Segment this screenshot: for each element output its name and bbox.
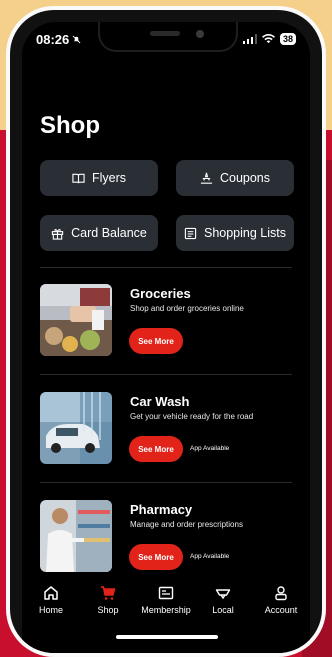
shopping-lists-label: Shopping Lists bbox=[203, 226, 286, 240]
see-more-button[interactable]: See More bbox=[129, 544, 183, 570]
status-time: 08:26 bbox=[36, 31, 70, 47]
status-bar: 08:26 38 bbox=[36, 31, 296, 47]
mute-bell-icon bbox=[72, 35, 81, 43]
service-card-car-wash: Car Wash Get your vehicle ready for the … bbox=[40, 392, 294, 464]
tab-membership[interactable]: Membership bbox=[136, 585, 196, 615]
person-icon bbox=[275, 586, 287, 601]
shopping-lists-button[interactable]: Shopping Lists bbox=[176, 215, 294, 251]
bottom-tab-bar: Home Shop Membership Local Account bbox=[22, 577, 310, 653]
divider bbox=[40, 267, 292, 268]
tab-label: Home bbox=[38, 605, 63, 615]
card-balance-label: Card Balance bbox=[71, 226, 147, 240]
service-card-pharmacy: Pharmacy Manage and order prescriptions … bbox=[40, 500, 294, 572]
cart-icon bbox=[101, 586, 116, 600]
service-name: Groceries bbox=[130, 286, 191, 301]
service-description: Manage and order prescriptions bbox=[130, 520, 243, 529]
service-description: Get your vehicle ready for the road bbox=[130, 412, 254, 421]
tab-label: Account bbox=[264, 605, 298, 615]
list-icon bbox=[184, 227, 197, 239]
coupons-button[interactable]: Coupons bbox=[176, 160, 294, 196]
tab-local[interactable]: Local bbox=[193, 585, 253, 615]
service-name: Car Wash bbox=[130, 394, 190, 409]
phone-frame: 08:26 38 Shop Flyers Coupons Card Balanc… bbox=[6, 6, 326, 657]
tab-label: Local bbox=[212, 605, 234, 615]
coupon-icon bbox=[200, 172, 213, 184]
tab-shop[interactable]: Shop bbox=[78, 585, 138, 615]
signal-icon bbox=[242, 34, 257, 44]
app-available-badge: App Available bbox=[190, 445, 230, 452]
card-balance-button[interactable]: Card Balance bbox=[40, 215, 158, 251]
home-icon bbox=[44, 586, 58, 600]
see-more-button[interactable]: See More bbox=[129, 436, 183, 462]
home-indicator bbox=[116, 635, 218, 639]
see-more-button[interactable]: See More bbox=[129, 328, 183, 354]
service-description: Shop and order groceries online bbox=[130, 304, 244, 313]
phone-bezel: 08:26 38 Shop Flyers Coupons Card Balanc… bbox=[10, 10, 322, 653]
tab-home[interactable]: Home bbox=[22, 585, 81, 615]
book-icon bbox=[72, 173, 85, 183]
tab-label: Membership bbox=[141, 605, 191, 615]
service-name: Pharmacy bbox=[130, 502, 193, 517]
flyers-label: Flyers bbox=[91, 171, 127, 185]
app-available-badge: App Available bbox=[190, 553, 230, 560]
gift-icon bbox=[51, 228, 64, 240]
coupons-label: Coupons bbox=[219, 171, 271, 185]
pharmacy-image[interactable] bbox=[40, 500, 112, 572]
divider bbox=[40, 374, 292, 375]
app-screen: 08:26 38 Shop Flyers Coupons Card Balanc… bbox=[22, 22, 310, 653]
tab-account[interactable]: Account bbox=[251, 585, 310, 615]
service-card-groceries: Groceries Shop and order groceries onlin… bbox=[40, 284, 294, 356]
page-title: Shop bbox=[40, 112, 100, 139]
card-icon bbox=[158, 586, 174, 600]
location-icon bbox=[215, 589, 231, 600]
car-wash-image[interactable] bbox=[40, 392, 112, 464]
wifi-icon bbox=[261, 34, 275, 44]
groceries-image[interactable] bbox=[40, 284, 112, 356]
flyers-button[interactable]: Flyers bbox=[40, 160, 158, 196]
divider bbox=[40, 482, 292, 483]
tab-label: Shop bbox=[97, 605, 119, 615]
battery-indicator: 38 bbox=[279, 33, 296, 45]
